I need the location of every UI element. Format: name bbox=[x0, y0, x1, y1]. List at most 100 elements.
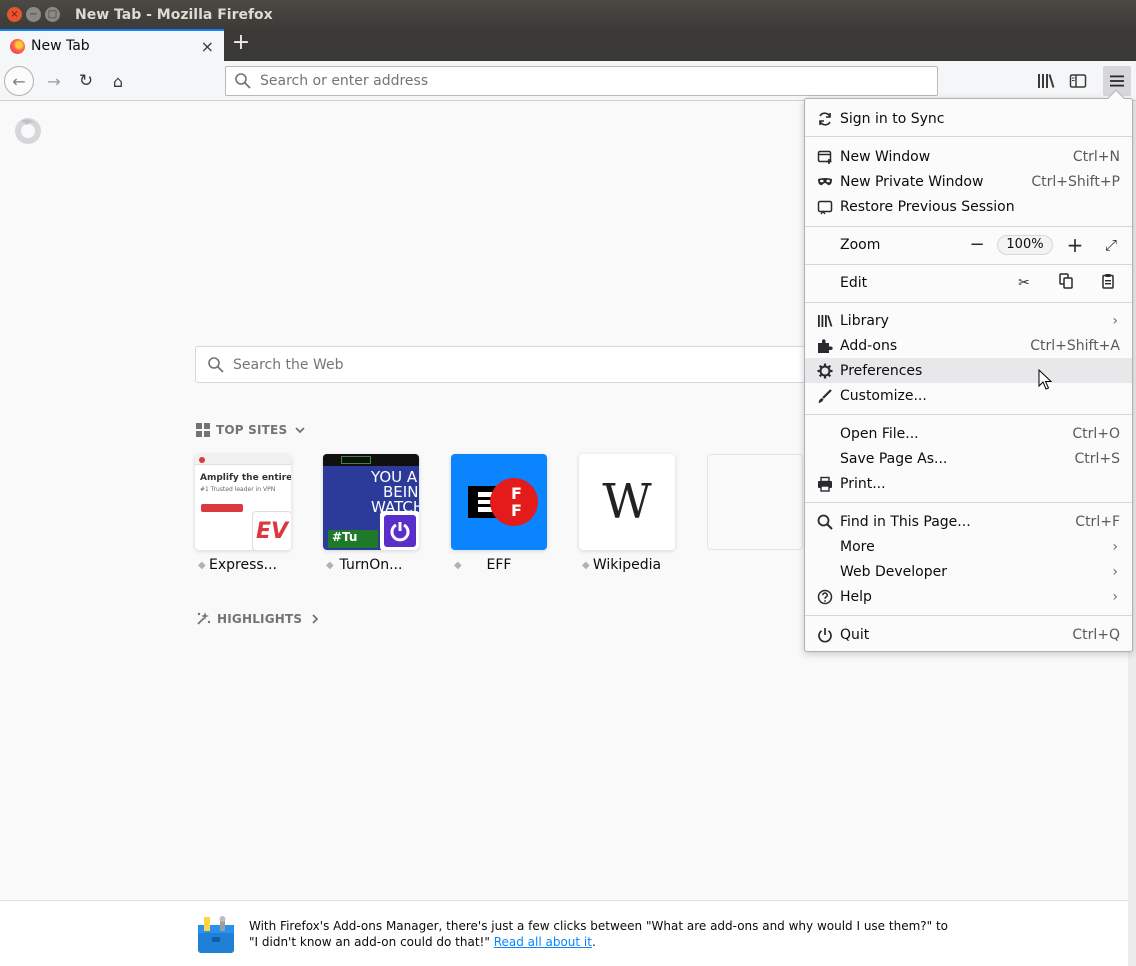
menu-item-add-ons[interactable]: Add-ons Ctrl+Shift+A bbox=[805, 333, 1132, 358]
menu-item-label: Edit bbox=[840, 274, 868, 291]
zoom-reset-button[interactable]: 100% bbox=[997, 234, 1053, 255]
menu-item-preferences[interactable]: Preferences bbox=[805, 358, 1132, 383]
printer-icon bbox=[816, 475, 834, 493]
navigation-toolbar: ← → ↻ ⌂ bbox=[0, 61, 1136, 101]
tile-header bbox=[195, 454, 291, 465]
menu-item-label: Web Developer bbox=[840, 563, 947, 580]
snippet-read-more-link[interactable]: Read all about it bbox=[494, 935, 592, 949]
menu-item-label: Add-ons bbox=[840, 337, 898, 354]
chevron-right-icon: › bbox=[1112, 538, 1118, 555]
back-button[interactable]: ← bbox=[4, 66, 34, 96]
menu-item-more[interactable]: More › bbox=[805, 534, 1132, 559]
top-sites-title: TOP SITES bbox=[216, 423, 288, 437]
zoom-in-button[interactable]: + bbox=[1063, 233, 1087, 257]
copy-button[interactable] bbox=[1057, 272, 1075, 293]
top-site-tile-wikipedia[interactable]: W bbox=[579, 454, 675, 550]
web-search-input[interactable] bbox=[233, 356, 793, 373]
menu-item-quit[interactable]: Quit Ctrl+Q bbox=[805, 622, 1132, 647]
top-site-tile-empty[interactable] bbox=[707, 454, 803, 550]
tile-overlay bbox=[380, 511, 419, 550]
menu-item-restore-previous-session[interactable]: Restore Previous Session bbox=[805, 194, 1132, 219]
menu-item-new-private-window[interactable]: New Private Window Ctrl+Shift+P bbox=[805, 169, 1132, 194]
url-bar[interactable] bbox=[225, 66, 938, 96]
expressvpn-icon: EV bbox=[252, 511, 291, 550]
menu-item-customize[interactable]: Customize... bbox=[805, 383, 1132, 408]
edit-controls: ✂ bbox=[1015, 270, 1117, 295]
menu-item-find-in-page[interactable]: Find in This Page... Ctrl+F bbox=[805, 509, 1132, 534]
library-icon bbox=[816, 312, 834, 330]
firefox-logo-icon bbox=[15, 118, 41, 144]
menu-item-new-window[interactable]: New Window Ctrl+N bbox=[805, 144, 1132, 169]
window-controls: × − □ bbox=[7, 7, 60, 22]
menu-separator bbox=[805, 226, 1132, 227]
top-site-tile-expressvpn[interactable]: Amplify the entire Inter #1 Trusted lead… bbox=[195, 454, 291, 550]
home-button[interactable]: ⌂ bbox=[104, 67, 132, 95]
menu-item-label: Library bbox=[840, 312, 889, 329]
sidebar-toggle-button[interactable] bbox=[1064, 67, 1092, 95]
top-site-tile-turnon[interactable]: YOU A BEIN WATCH #Tu bbox=[323, 454, 419, 550]
menu-item-sign-in-to-sync[interactable]: Sign in to Sync bbox=[805, 106, 1132, 131]
top-site-label-wikipedia: Wikipedia bbox=[592, 557, 662, 573]
highlights-header[interactable]: HIGHLIGHTS bbox=[196, 611, 320, 626]
top-site-label-expressvpn: Express... bbox=[208, 557, 278, 573]
menu-item-label: More bbox=[840, 538, 875, 555]
library-button[interactable] bbox=[1032, 67, 1060, 95]
search-icon bbox=[208, 356, 224, 373]
menu-item-save-page-as[interactable]: Save Page As... Ctrl+S bbox=[805, 446, 1132, 471]
paste-button[interactable] bbox=[1099, 273, 1117, 293]
menu-item-shortcut: Ctrl+N bbox=[1072, 148, 1120, 165]
reload-button[interactable]: ↻ bbox=[72, 67, 100, 95]
menu-item-label: Sign in to Sync bbox=[840, 110, 945, 127]
menu-item-label: Save Page As... bbox=[840, 450, 948, 467]
new-window-icon bbox=[816, 148, 834, 166]
menu-separator bbox=[805, 502, 1132, 503]
menu-separator bbox=[805, 302, 1132, 303]
grid-icon bbox=[196, 423, 210, 437]
tab-label: New Tab bbox=[31, 38, 90, 54]
menu-item-label: Restore Previous Session bbox=[840, 198, 1015, 215]
window-minimize-button[interactable]: − bbox=[26, 7, 41, 22]
menu-item-label: New Window bbox=[840, 148, 931, 165]
search-icon bbox=[816, 513, 834, 531]
top-site-tile-eff[interactable]: F F bbox=[451, 454, 547, 550]
menu-item-label: Quit bbox=[840, 626, 870, 643]
tab-strip: New Tab × + bbox=[0, 29, 1136, 61]
menu-item-help[interactable]: Help › bbox=[805, 584, 1132, 609]
snippet-text: With Firefox's Add-ons Manager, there's … bbox=[249, 918, 949, 950]
menu-separator bbox=[805, 414, 1132, 415]
cut-button[interactable]: ✂ bbox=[1015, 275, 1033, 291]
menu-item-print[interactable]: Print... bbox=[805, 471, 1132, 496]
menu-item-label: Find in This Page... bbox=[840, 513, 971, 530]
snippet-message: With Firefox's Add-ons Manager, there's … bbox=[249, 919, 949, 949]
menu-separator bbox=[805, 264, 1132, 265]
top-site-label-eff: EFF bbox=[486, 557, 512, 573]
window-close-button[interactable]: × bbox=[7, 7, 22, 22]
new-tab-button[interactable]: + bbox=[230, 32, 252, 54]
tile-cta bbox=[201, 504, 243, 512]
clipboard-icon bbox=[1102, 273, 1114, 289]
menu-item-library[interactable]: Library › bbox=[805, 308, 1132, 333]
highlights-icon bbox=[197, 612, 211, 625]
help-icon bbox=[816, 588, 834, 606]
power-icon bbox=[816, 626, 834, 644]
menu-item-edit: Edit ✂ bbox=[805, 270, 1132, 295]
chevron-right-icon[interactable] bbox=[310, 613, 320, 624]
web-search-box[interactable] bbox=[195, 346, 815, 383]
top-sites-header[interactable]: TOP SITES bbox=[196, 423, 305, 437]
menu-item-open-file[interactable]: Open File... Ctrl+O bbox=[805, 421, 1132, 446]
chevron-down-icon[interactable] bbox=[295, 425, 305, 435]
zoom-out-button[interactable]: − bbox=[965, 234, 989, 255]
snippet-trailing: . bbox=[591, 935, 596, 949]
private-mask-icon bbox=[816, 173, 834, 191]
gear-icon bbox=[816, 362, 834, 380]
puzzle-piece-icon bbox=[816, 337, 834, 355]
fullscreen-button[interactable]: ⤢ bbox=[1101, 236, 1121, 254]
close-tab-icon[interactable]: × bbox=[201, 37, 214, 56]
url-input[interactable] bbox=[260, 73, 910, 89]
forward-button[interactable]: → bbox=[40, 67, 68, 95]
menu-item-label: Customize... bbox=[840, 387, 927, 404]
tab-new-tab[interactable]: New Tab × bbox=[0, 29, 224, 61]
window-maximize-button[interactable]: □ bbox=[45, 7, 60, 22]
library-icon bbox=[1038, 74, 1055, 88]
menu-item-web-developer[interactable]: Web Developer › bbox=[805, 559, 1132, 584]
